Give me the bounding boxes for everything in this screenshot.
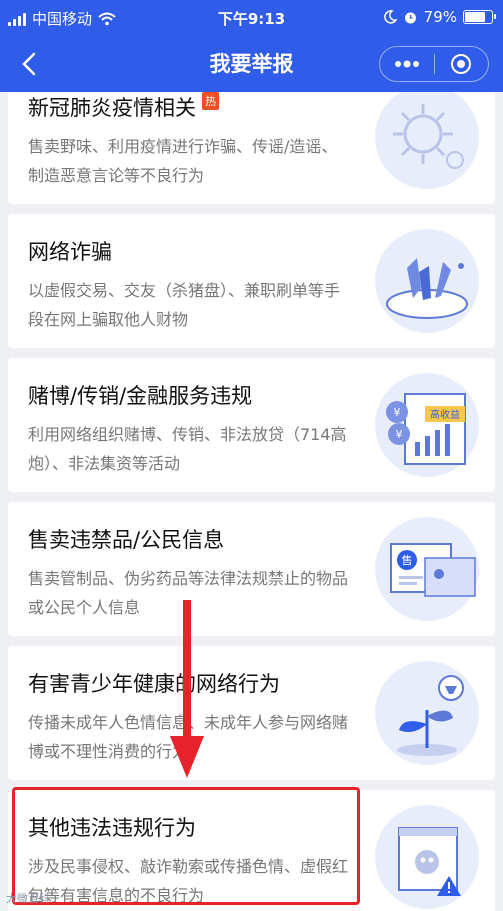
category-card-contraband[interactable]: 售卖违禁品/公民信息 售卖管制品、伪劣药品等法律法规禁止的物品或公民个人信息 售	[8, 502, 495, 636]
category-title: 网络诈骗	[28, 240, 112, 264]
category-description: 以虚假交易、交友（杀猪盘）、兼职刷单等手段在网上骗取他人财物	[28, 281, 341, 329]
miniprogram-capsule	[379, 46, 489, 82]
category-card-fraud[interactable]: 网络诈骗 以虚假交易、交友（杀猪盘）、兼职刷单等手段在网上骗取他人财物	[8, 214, 495, 348]
target-circle-icon	[451, 54, 472, 74]
virus-icon	[375, 92, 479, 189]
category-card-covid[interactable]: 新冠肺炎疫情相关热 售卖野味、利用疫情进行诈骗、传谣/造谣、制造恶意言论等不良行…	[8, 92, 495, 204]
fraud-hands-icon	[375, 229, 479, 333]
hot-badge: 热	[202, 92, 219, 110]
moon-icon	[383, 10, 397, 24]
skull-warning-icon	[375, 805, 479, 909]
category-description: 售卖野味、利用疫情进行诈骗、传谣/造谣、制造恶意言论等不良行为	[28, 137, 338, 185]
status-bar: 中国移动 下午9:13 79%	[0, 0, 503, 36]
category-description: 利用网络组织赌博、传销、非法放贷（714高炮）、非法集资等活动	[28, 425, 347, 473]
category-card-gambling[interactable]: 赌博/传销/金融服务违规 利用网络组织赌博、传销、非法放贷（714高炮）、非法集…	[8, 358, 495, 492]
sell-label: 售	[402, 553, 413, 567]
nav-bar: 我要举报	[0, 36, 503, 92]
close-miniprogram-button[interactable]	[435, 47, 489, 81]
highlight-box	[12, 787, 360, 905]
id-card-icon: 售	[375, 517, 479, 621]
category-title: 售卖违禁品/公民信息	[28, 528, 225, 552]
category-title: 有害青少年健康的网络行为	[28, 672, 280, 696]
svg-text:¥: ¥	[394, 406, 401, 419]
battery-icon	[463, 10, 496, 24]
battery-percent: 79%	[423, 8, 457, 26]
alarm-icon	[404, 12, 416, 23]
plant-icon	[375, 661, 479, 765]
down-arrow-annotation	[170, 600, 204, 778]
high-yield-label: 高收益	[430, 408, 460, 421]
more-button[interactable]	[380, 47, 434, 81]
more-dots-icon	[394, 60, 419, 68]
category-title: 新冠肺炎疫情相关	[28, 96, 196, 120]
category-title: 赌博/传销/金融服务违规	[28, 384, 253, 408]
watermark: 大微百科	[6, 892, 50, 905]
category-card-youth[interactable]: 有害青少年健康的网络行为 传播未成年人色情信息、未成年人参与网络赌博或不理性消费…	[8, 646, 495, 780]
finance-chart-icon: 高收益 ¥ ¥	[375, 373, 479, 477]
svg-text:¥: ¥	[396, 428, 403, 441]
